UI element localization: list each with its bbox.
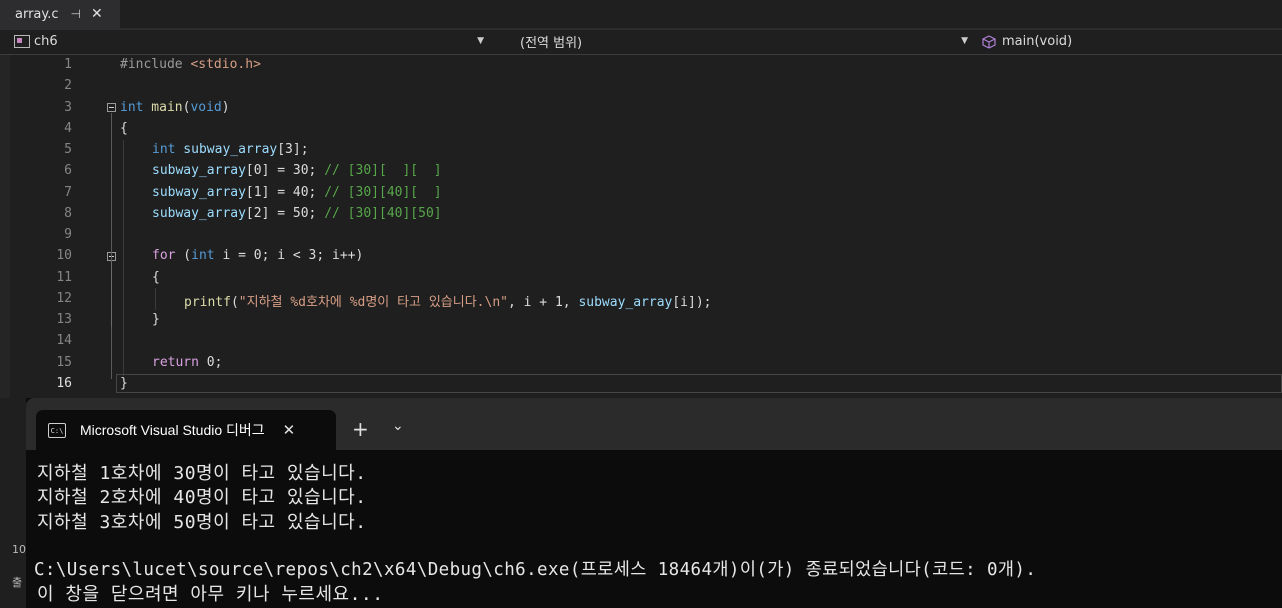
code-token: "지하철 %d호차에 %d명이 타고 있습니다.\n" bbox=[238, 295, 508, 310]
line-number: 7 bbox=[64, 185, 72, 200]
outline-guide bbox=[111, 261, 112, 327]
line-number: 5 bbox=[64, 142, 72, 157]
code-token: [3]; bbox=[277, 142, 309, 157]
line-number: 10 bbox=[56, 248, 72, 263]
code-line-7: subway_array[1] = 40; // [30][40][ ] bbox=[152, 185, 442, 200]
code-token: // [30][ ][ ] bbox=[324, 163, 442, 178]
code-token: <stdio.h> bbox=[190, 57, 261, 72]
code-token: #include bbox=[120, 57, 191, 72]
code-line-8: subway_array[2] = 50; // [30][40][50] bbox=[152, 206, 442, 221]
project-icon bbox=[14, 35, 30, 48]
code-token: // [30][40][ ] bbox=[324, 185, 442, 200]
line-number: 2 bbox=[64, 78, 72, 93]
code-token: ( bbox=[230, 295, 239, 310]
file-tab-array-c[interactable]: array.c ⊣ ✕ bbox=[0, 0, 120, 28]
code-token: subway_array bbox=[578, 295, 673, 310]
line-number: 6 bbox=[64, 163, 72, 178]
line-number: 8 bbox=[64, 206, 72, 221]
line-number: 3 bbox=[64, 100, 72, 115]
code-token: printf bbox=[184, 295, 231, 310]
method-cube-icon bbox=[982, 34, 996, 49]
code-line-3: int main(void) bbox=[120, 100, 230, 115]
code-line-5: int subway_array[3]; bbox=[152, 142, 309, 157]
close-icon[interactable]: ✕ bbox=[91, 6, 103, 22]
code-token: [0] = 30; bbox=[245, 163, 325, 178]
code-line-10: for (int i = 0; i < 3; i++) bbox=[152, 248, 363, 263]
code-token: subway_array bbox=[152, 206, 246, 221]
line-number: 11 bbox=[56, 270, 72, 285]
code-token: main bbox=[143, 100, 183, 115]
editor-left-margin bbox=[0, 55, 10, 398]
console-icon: C:\ bbox=[48, 422, 66, 438]
project-dropdown[interactable]: ch6 ▼ bbox=[10, 30, 490, 53]
code-line-12: printf("지하철 %d호차에 %d명이 타고 있습니다.\n", i + … bbox=[184, 291, 712, 310]
outline-guide bbox=[111, 113, 112, 379]
line-number: 1 bbox=[64, 57, 72, 72]
line-number: 9 bbox=[64, 227, 72, 242]
code-token: int bbox=[152, 142, 176, 157]
line-number: 4 bbox=[64, 121, 72, 136]
code-token: ( bbox=[175, 248, 192, 263]
output-line: 지하철 3호차에 50명이 타고 있습니다. bbox=[37, 512, 367, 533]
scope-dropdown[interactable]: (전역 범위) ▼ bbox=[494, 30, 974, 53]
side-label: 10 bbox=[12, 543, 26, 556]
terminal-tab[interactable]: C:\ Microsoft Visual Studio 디버그 ✕ bbox=[36, 410, 336, 450]
code-token: 0; bbox=[198, 355, 223, 370]
indent-guide bbox=[155, 288, 156, 310]
code-token: void bbox=[190, 100, 222, 115]
code-token: i = 0; i < 3; i++) bbox=[214, 248, 364, 263]
member-dropdown[interactable]: main(void) bbox=[978, 30, 1282, 53]
code-token: ) bbox=[221, 100, 230, 115]
member-name: main(void) bbox=[1002, 34, 1073, 49]
line-number: 14 bbox=[56, 333, 72, 348]
project-name: ch6 bbox=[34, 34, 58, 49]
current-line-highlight bbox=[116, 374, 1282, 393]
code-line-11: { bbox=[152, 270, 160, 285]
terminal-tab-title: Microsoft Visual Studio 디버그 bbox=[80, 422, 265, 438]
code-line-1: #include <stdio.h> bbox=[120, 57, 261, 72]
line-number: 13 bbox=[56, 312, 72, 327]
pin-icon[interactable]: ⊣ bbox=[71, 7, 81, 21]
document-tab-strip bbox=[0, 0, 1282, 30]
new-tab-button[interactable]: + bbox=[352, 417, 369, 441]
code-line-6: subway_array[0] = 30; // [30][ ][ ] bbox=[152, 163, 442, 178]
code-token: [i]); bbox=[672, 295, 712, 310]
code-token: [1] = 40; bbox=[245, 185, 325, 200]
code-token: int bbox=[191, 248, 215, 263]
output-line: C:\Users\lucet\source\repos\ch2\x64\Debu… bbox=[34, 560, 1037, 580]
code-token: for bbox=[152, 248, 176, 263]
line-number-current: 16 bbox=[56, 376, 72, 391]
code-token: subway_array bbox=[152, 185, 246, 200]
chevron-down-icon: ▼ bbox=[961, 36, 968, 46]
code-line-16: } bbox=[120, 376, 128, 391]
code-token: subway_array bbox=[175, 142, 278, 157]
output-line: 지하철 1호차에 30명이 타고 있습니다. bbox=[37, 463, 367, 484]
file-tab-label: array.c bbox=[15, 6, 59, 22]
code-line-4: { bbox=[120, 121, 128, 136]
code-token: int bbox=[120, 100, 144, 115]
output-line: 이 창을 닫으려면 아무 키나 누르세요... bbox=[37, 584, 384, 605]
code-token: return bbox=[152, 355, 199, 370]
line-number: 12 bbox=[56, 291, 72, 306]
code-line-15: return 0; bbox=[152, 355, 222, 370]
code-token: subway_array bbox=[152, 163, 246, 178]
output-line: 지하철 2호차에 40명이 타고 있습니다. bbox=[37, 487, 367, 508]
chevron-down-icon: ▼ bbox=[477, 36, 484, 46]
code-line-13: } bbox=[152, 312, 160, 327]
side-label: 출 bbox=[12, 576, 23, 589]
collapse-icon[interactable] bbox=[107, 103, 116, 112]
close-icon[interactable]: ✕ bbox=[283, 421, 296, 439]
code-token: , i + 1, bbox=[507, 295, 579, 310]
line-number: 15 bbox=[56, 355, 72, 370]
indent-guide bbox=[123, 140, 124, 376]
side-panel-strip: 10 출 bbox=[0, 398, 26, 608]
scope-label: (전역 범위) bbox=[520, 36, 583, 51]
code-token: [2] = 50; bbox=[245, 206, 325, 221]
chevron-down-icon[interactable]: ⌄ bbox=[392, 418, 404, 434]
code-token: // [30][40][50] bbox=[324, 206, 442, 221]
